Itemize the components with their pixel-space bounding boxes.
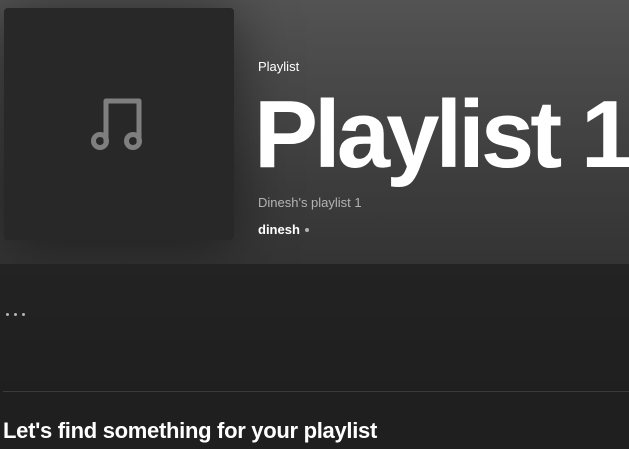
more-options-button[interactable] <box>2 302 34 326</box>
separator-dot <box>304 227 309 232</box>
music-note-icon <box>90 95 148 153</box>
playlist-page: Playlist Playlist 1 Dinesh's playlist 1 … <box>0 0 629 449</box>
playlist-cover[interactable] <box>4 8 234 240</box>
more-options-icon-dot <box>22 312 25 316</box>
more-options-icon <box>6 312 9 316</box>
find-something-heading: Let's find something for your playlist <box>3 418 377 443</box>
more-options-icon-dot <box>14 312 17 316</box>
owner-link[interactable]: dinesh <box>258 222 300 237</box>
playlist-description: Dinesh's playlist 1 <box>258 195 362 210</box>
section-divider <box>3 391 629 392</box>
playlist-title[interactable]: Playlist 1 <box>254 80 629 190</box>
playlist-meta: dinesh <box>258 222 309 237</box>
playlist-type-label: Playlist <box>258 59 300 74</box>
action-bar <box>0 264 629 392</box>
